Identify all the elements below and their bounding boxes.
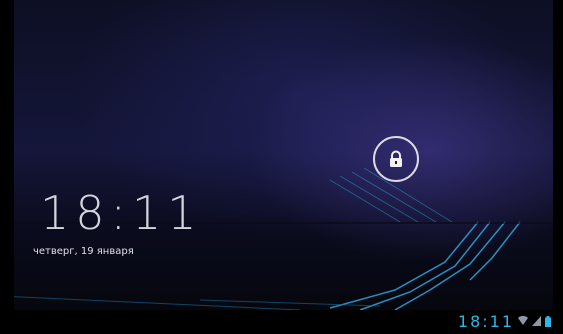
- unlock-button[interactable]: [373, 136, 419, 182]
- signal-icon: [532, 316, 541, 326]
- wallpaper: [0, 167, 563, 311]
- bezel-left: [0, 0, 14, 334]
- battery-icon: [545, 315, 551, 327]
- status-clock: 18:11: [457, 311, 514, 331]
- lockscreen-clock: 18:11: [40, 186, 203, 240]
- lock-screen: 18:11 четверг, 19 января 18:11: [0, 0, 563, 334]
- bezel-right: [553, 0, 563, 334]
- status-bar[interactable]: 18:11: [458, 310, 551, 332]
- lock-icon: [390, 150, 402, 167]
- lockscreen-date: четверг, 19 января: [33, 246, 134, 257]
- wifi-icon: [518, 316, 528, 325]
